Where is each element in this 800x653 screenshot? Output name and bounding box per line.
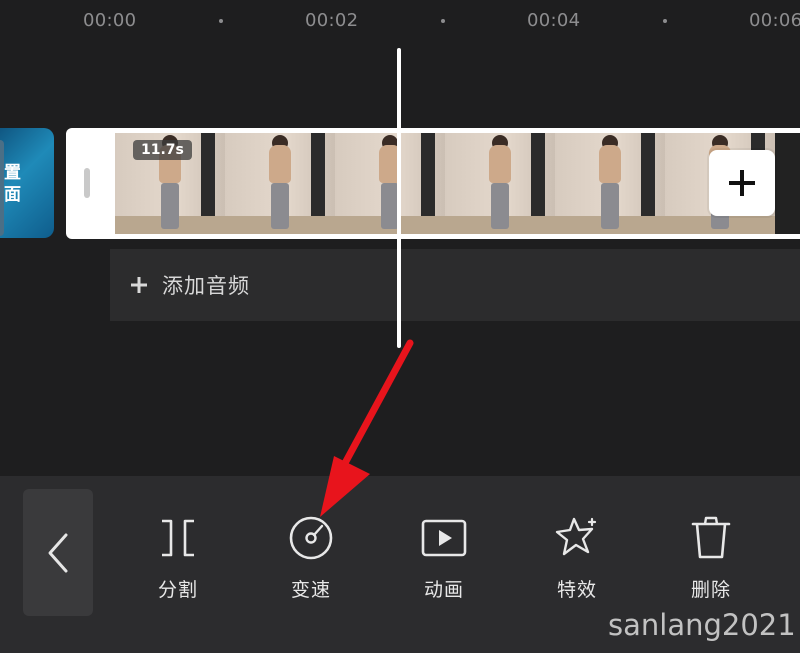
tool-label: 特效 <box>556 579 597 601</box>
cover-label-line: 置 <box>4 163 21 183</box>
chevron-left-icon <box>48 533 68 572</box>
effects-icon <box>555 517 597 556</box>
playhead[interactable] <box>397 48 401 348</box>
speed-icon <box>289 516 333 560</box>
ruler-tick-label: 00:02 <box>305 10 359 31</box>
clip-trim-handle[interactable] <box>84 168 90 198</box>
clip-duration-badge: 11.7s <box>133 140 192 160</box>
tool-label: 分割 <box>157 579 198 601</box>
add-audio-label: 添加音频 <box>162 274 250 298</box>
tool-label: 动画 <box>423 579 464 601</box>
ruler-tick-dot <box>663 19 667 23</box>
split-icon <box>162 519 194 557</box>
add-audio-button[interactable]: 添加音频 <box>110 249 800 321</box>
clip-frame-thumbnail <box>335 133 445 234</box>
cover-label: 置 面 <box>4 162 21 206</box>
tool-delete-button[interactable]: 删除 <box>671 515 751 607</box>
delete-icon <box>691 516 731 559</box>
ruler-tick-dot <box>219 19 223 23</box>
tool-speed-button[interactable]: 变速 <box>271 515 351 607</box>
video-clip[interactable]: 11.7s <box>66 128 800 239</box>
tool-label: 删除 <box>690 579 731 601</box>
add-clip-button[interactable] <box>709 150 775 216</box>
clip-frames <box>115 133 800 234</box>
tool-animation-button[interactable]: 动画 <box>404 515 484 607</box>
clip-frame-thumbnail <box>555 133 665 234</box>
clip-frame-thumbnail <box>445 133 555 234</box>
watermark-text: sanlang2021 <box>608 608 796 642</box>
tool-label: 变速 <box>290 579 331 601</box>
plus-icon <box>131 277 147 293</box>
back-button[interactable] <box>23 489 93 616</box>
set-cover-clip[interactable]: 置 面 <box>0 128 54 238</box>
timeline-ruler[interactable]: 00:00 00:02 00:04 00:06 <box>0 0 800 44</box>
ruler-tick-label: 00:04 <box>527 10 581 31</box>
animation-icon <box>421 519 467 557</box>
tool-split-button[interactable]: 分割 <box>138 515 218 607</box>
ruler-tick-label: 00:00 <box>83 10 137 31</box>
plus-icon <box>729 170 755 196</box>
ruler-tick-label: 00:06 <box>749 10 800 31</box>
clip-frame-thumbnail <box>225 133 335 234</box>
tool-effects-button[interactable]: 特效 <box>537 515 617 607</box>
cover-label-line: 面 <box>4 185 21 205</box>
ruler-tick-dot <box>441 19 445 23</box>
